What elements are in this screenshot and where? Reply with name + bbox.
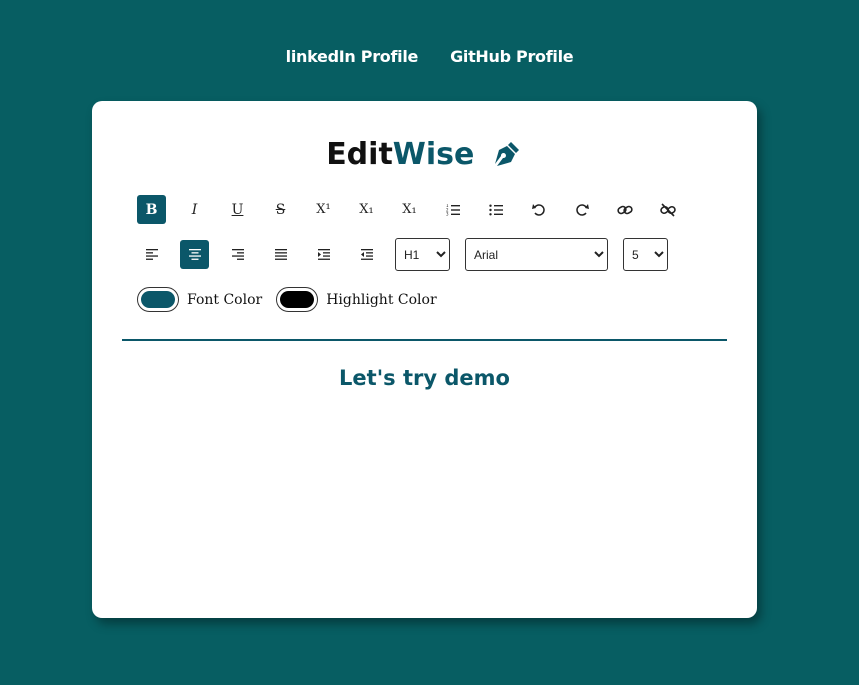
linkedin-profile-link[interactable]: linkedIn Profile [286,47,419,66]
ordered-list-button[interactable]: 123 [438,195,467,224]
top-nav: linkedIn Profile GitHub Profile [0,47,859,66]
redo-button[interactable] [567,195,596,224]
unlink-button[interactable] [653,195,682,224]
toolbar-row-alignment: H1 Arial 5 [137,238,668,271]
github-profile-link[interactable]: GitHub Profile [450,47,574,66]
font-color-label: Font Color [187,291,263,308]
heading-select[interactable]: H1 [395,238,450,271]
italic-icon: I [191,201,198,218]
align-right-icon [231,249,244,260]
subscript-alt-button[interactable]: X₁ [395,195,424,224]
highlight-color-label: Highlight Color [326,291,437,308]
toolbar-divider [122,339,727,341]
strikethrough-button[interactable]: S [266,195,295,224]
font-color-swatch [141,291,175,308]
font-family-select[interactable]: Arial [465,238,608,271]
underline-icon: U [231,201,244,218]
outdent-button[interactable] [352,240,381,269]
undo-button[interactable] [524,195,553,224]
highlight-color-swatch [280,291,315,308]
superscript-icon: X¹ [316,202,331,217]
highlight-color-picker[interactable] [276,287,319,312]
svg-text:3: 3 [446,211,449,215]
italic-button[interactable]: I [180,195,209,224]
subscript-icon: X₁ [402,202,417,217]
align-right-button[interactable] [223,240,252,269]
undo-icon [531,203,546,217]
align-left-button[interactable] [137,240,166,269]
justify-button[interactable] [266,240,295,269]
strikethrough-icon: S [275,201,286,218]
brand-part-wise: Wise [392,137,475,172]
indent-icon [317,249,330,260]
superscript-button[interactable]: X¹ [309,195,338,224]
editor-heading: Let's try demo [339,366,510,390]
link-icon [616,204,633,216]
bold-button[interactable]: B [137,195,166,224]
redo-icon [575,203,589,217]
subscript-button[interactable]: X₁ [352,195,381,224]
bold-icon: B [145,201,158,218]
align-center-icon [188,249,201,260]
brand-logo: EditWise [92,137,757,179]
unlink-icon [659,202,676,217]
font-color-picker[interactable] [137,287,179,312]
toolbar-row-format: B I U S X¹ X₁ X₁ 123 [137,195,696,224]
subscript-icon: X₁ [359,202,374,217]
color-controls: Font Color Highlight Color [137,287,451,312]
ordered-list-icon: 123 [446,204,460,216]
link-button[interactable] [610,195,639,224]
indent-button[interactable] [309,240,338,269]
unordered-list-icon [488,204,503,216]
unordered-list-button[interactable] [481,195,510,224]
justify-icon [274,249,287,260]
editor-card: EditWise B I U S X¹ X₁ X₁ 1 2 3 H1 Arial… [92,101,757,618]
underline-button[interactable]: U [223,195,252,224]
align-left-icon [145,249,158,260]
align-center-button[interactable] [180,240,209,269]
brand-part-edit: Edit [326,137,393,172]
pen-nib-icon [491,138,523,179]
text-editor-area[interactable]: Let's try demo [122,356,727,596]
outdent-icon [360,249,373,260]
font-size-select[interactable]: 5 [623,238,668,271]
